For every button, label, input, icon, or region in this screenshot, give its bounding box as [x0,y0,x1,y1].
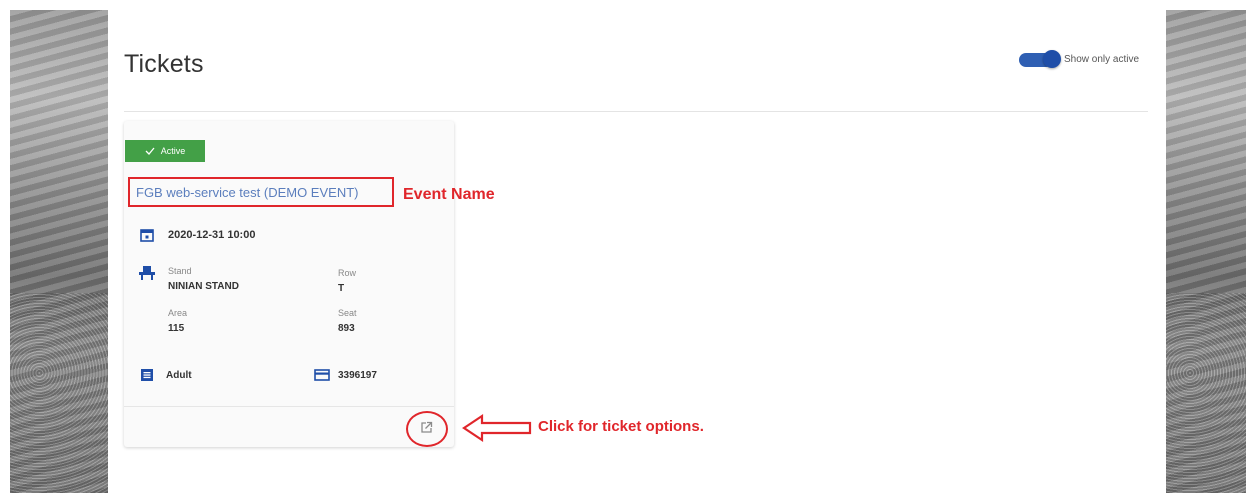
check-icon [145,147,155,155]
ticket-type-icon [141,369,153,381]
area-label: Area [168,308,188,318]
ticket-type-value: Adult [166,370,192,381]
open-external-icon[interactable] [420,421,433,434]
stand-value: NINIAN STAND [168,281,239,292]
row-value: T [338,283,345,294]
card-icon [314,369,330,381]
toggle-knob[interactable] [1043,50,1061,68]
status-badge: Active [125,140,205,162]
annotation-event-name: Event Name [403,186,495,203]
seat-label: Seat [338,308,357,318]
calendar-icon [140,229,154,242]
card-footer-divider [124,406,454,407]
seat-icon [139,266,155,280]
stadium-background-right [1166,10,1246,493]
show-only-active-toggle[interactable] [1019,50,1061,68]
annotation-arrow-icon [462,413,532,443]
header-divider [124,111,1148,112]
area-value: 115 [168,323,185,334]
ticket-number-value: 3396197 [338,370,377,381]
show-only-active-label: Show only active [1064,54,1140,65]
seat-value: 893 [338,323,355,334]
row-label: Row [338,268,357,278]
stadium-background-left [10,10,108,493]
event-datetime: 2020-12-31 10:00 [168,229,256,241]
status-badge-label: Active [160,146,186,156]
ticket-card: Active FGB web-service test (DEMO EVENT)… [124,121,454,447]
annotation-ticket-options: Click for ticket options. [538,418,704,435]
stand-label: Stand [168,266,192,276]
event-name-link[interactable]: FGB web-service test (DEMO EVENT) [136,185,358,200]
page-title: Tickets [124,50,204,78]
